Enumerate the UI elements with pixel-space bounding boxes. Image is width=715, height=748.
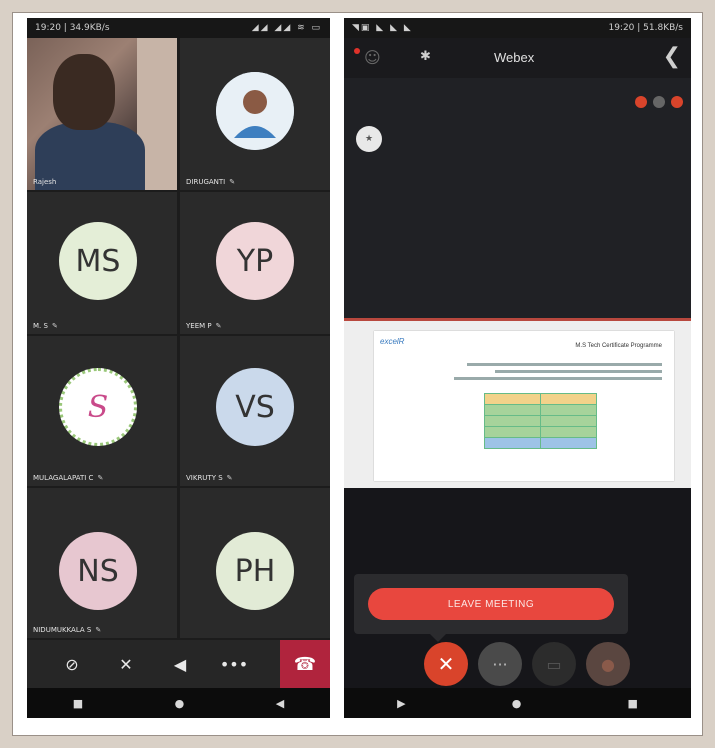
participants-icon[interactable]: ☺ [364,48,384,68]
share-icon: ▭ [546,654,562,674]
status-badges [635,96,683,108]
participant-tile-s[interactable]: S MULAGALAPATI C ✎ [27,336,177,486]
call-controls-bar: ⊘ ✕ ◀ ••• ☎ [27,640,330,688]
mic-muted-icon: ✎ [226,474,233,482]
participant-name: DIRUGANTI ✎ [186,178,236,186]
close-icon: ✕ [437,652,455,676]
initials-avatar: VS [216,368,294,446]
recents-nav-icon[interactable]: ■ [73,697,83,710]
recents-nav-icon[interactable]: ■ [628,697,638,710]
right-status-bar: ◥▣ ◣ ◣ ◣ 19:20 | 51.8KB/s [344,18,691,38]
more-options-button[interactable]: ••• [207,640,261,688]
share-button[interactable]: ▭ [532,642,576,686]
self-view-avatar[interactable]: ★ [356,126,382,152]
mute-icon: ● [601,654,615,674]
participant-name: M. S ✎ [33,322,58,330]
shared-screen: excelR M.S Tech Certificate Programme [344,318,691,488]
left-status-bar: 19:20 | 34.9KB/s ◢◢ ◢◢ ≋ ▭ [27,18,330,38]
mic-muted-icon: ✎ [97,474,104,482]
participant-name: VIKRUTY S ✎ [186,474,233,482]
speaker-icon: ◀ [173,654,187,674]
participant-tile-ns[interactable]: NS NIDUMUKKALA S ✎ [27,488,177,638]
end-call-icon: ☎ [293,653,317,674]
mute-button[interactable]: ● [586,642,630,686]
webex-header: ☺ ✱ Webex ❮ [344,38,691,78]
participant-tile-photo[interactable]: DIRUGANTI ✎ [180,38,330,190]
mic-muted-icon: ✎ [229,178,236,186]
bluetooth-icon[interactable]: ✱ [420,49,431,64]
mic-off-button[interactable]: ✕ [99,640,153,688]
home-nav-icon[interactable]: ● [175,697,185,710]
presentation-slide: excelR M.S Tech Certificate Programme [374,331,674,481]
right-status-time: 19:20 | 51.8KB/s [608,23,683,33]
left-status-time: 19:20 | 34.9KB/s [35,23,110,33]
webex-controls: ✕ ··· ▭ ● [424,642,630,686]
participant-tile-ph[interactable]: PH [180,488,330,638]
more-icon: ••• [219,654,249,674]
slide-heading: M.S Tech Certificate Programme [575,343,662,349]
back-nav-icon[interactable]: ▶ [397,697,405,710]
initials-avatar: MS [59,222,137,300]
person-photo-icon [216,72,294,150]
participant-name: YEEM P ✎ [186,322,222,330]
meeting-title[interactable]: Webex [494,50,534,65]
logo-avatar: S [59,368,137,446]
meeting-stage: ★ [344,78,691,318]
right-android-nav-bar: ▶ ● ■ [344,688,691,718]
left-phone-screen: 19:20 | 34.9KB/s ◢◢ ◢◢ ≋ ▭ Rajesh DIRUGA… [27,18,330,718]
status-badge [653,96,665,108]
popup-caret [430,634,446,642]
initials-avatar: PH [216,532,294,610]
status-badge [635,96,647,108]
more-button[interactable]: ··· [478,642,522,686]
participant-name: MULAGALAPATI C ✎ [33,474,104,482]
home-nav-icon[interactable]: ● [512,697,522,710]
right-status-icons: ◥▣ ◣ ◣ ◣ [352,23,413,33]
participant-tile-ms[interactable]: MS M. S ✎ [27,192,177,334]
speaker-button[interactable]: ◀ [153,640,207,688]
video-off-icon: ⊘ [65,654,79,674]
initials-avatar: NS [59,532,137,610]
left-android-nav-bar: ■ ● ◀ [27,688,330,718]
initials-avatar: YP [216,222,294,300]
status-badge [671,96,683,108]
participant-tile-video[interactable]: Rajesh [27,38,177,190]
mic-muted-icon: ✎ [215,322,222,330]
leave-popup: LEAVE MEETING [354,574,628,634]
recording-dot-icon [354,48,360,54]
left-status-icons: ◢◢ ◢◢ ≋ ▭ [251,23,322,33]
video-off-button[interactable]: ⊘ [45,640,99,688]
camera-video-feed [27,38,177,190]
more-icon: ··· [492,654,508,674]
mic-off-icon: ✕ [119,654,133,674]
mic-muted-icon: ✎ [51,322,58,330]
close-button[interactable]: ✕ [424,642,468,686]
participant-name: NIDUMUKKALA S ✎ [33,626,102,634]
participant-tile-vs[interactable]: VS VIKRUTY S ✎ [180,336,330,486]
participant-name: Rajesh [33,178,57,186]
right-phone-screen: ◥▣ ◣ ◣ ◣ 19:20 | 51.8KB/s ☺ ✱ Webex ❮ ★ … [344,18,691,718]
participant-tile-yp[interactable]: YP YEEM P ✎ [180,192,330,334]
slide-table [484,393,597,449]
leave-meeting-button[interactable]: LEAVE MEETING [368,588,614,620]
slide-logo: excelR [380,337,405,346]
slide-text-block [384,363,662,384]
mic-muted-icon: ✎ [95,626,102,634]
back-chevron-icon[interactable]: ❮ [663,44,681,69]
back-nav-icon[interactable]: ◀ [276,697,284,710]
meeting-bottom-area: LEAVE MEETING ✕ ··· ▭ ● [344,488,691,688]
participant-photo-avatar [216,72,294,150]
end-call-button[interactable]: ☎ [280,640,330,688]
